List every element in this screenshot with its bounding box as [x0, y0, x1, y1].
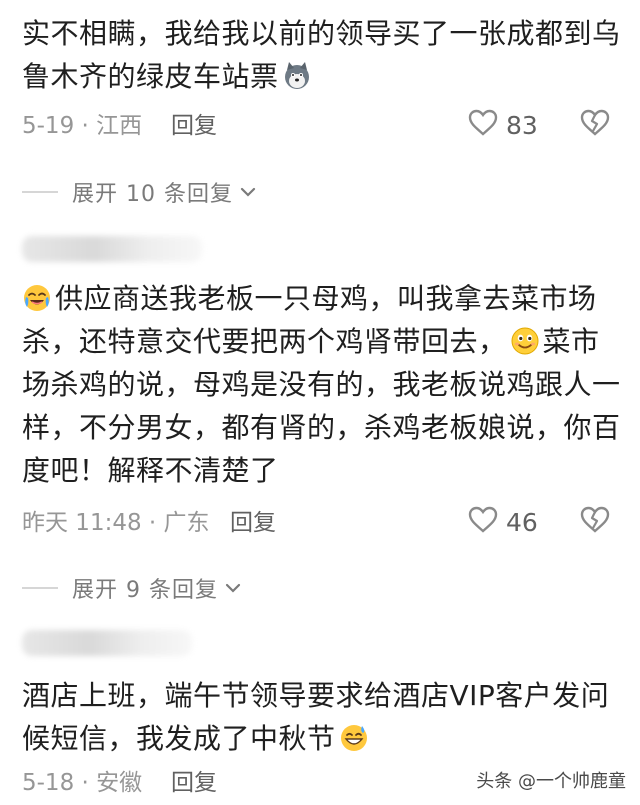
- expand-replies-label: 展开 9 条回复: [72, 578, 218, 603]
- comment-1-text: 实不相瞒，我给我以前的领导买了一张成都到乌鲁木齐的绿皮车站票: [22, 12, 622, 98]
- comment-2-reply-button[interactable]: 回复: [230, 506, 276, 540]
- comment-2-like-button[interactable]: 46: [468, 506, 538, 540]
- watermark: 头条 @一个帅鹿童: [476, 771, 626, 792]
- comment-3-blurred-username: [22, 630, 192, 656]
- comment-3-reply-button[interactable]: 回复: [171, 766, 217, 800]
- broken-heart-icon: [580, 109, 610, 143]
- divider-line: [22, 191, 58, 193]
- crying-laughing-icon: [22, 283, 52, 313]
- divider-line: [22, 587, 58, 589]
- comment-1-like-count: 83: [506, 111, 538, 140]
- comment-2-text: 供应商送我老板一只母鸡，叫我拿去菜市场杀，还特意交代要把两个鸡肾带回去， 菜市场…: [22, 277, 622, 492]
- comment-1-date: 5-19 · 江西: [22, 113, 143, 139]
- expand-replies-label: 展开 10 条回复: [72, 182, 233, 207]
- comment-1-expand-replies[interactable]: 展开 10 条回复: [22, 177, 257, 207]
- heart-icon: [468, 506, 498, 540]
- comment-2-expand-replies[interactable]: 展开 9 条回复: [22, 573, 242, 603]
- broken-heart-icon: [580, 506, 610, 540]
- grinning-sweat-icon: [339, 723, 369, 753]
- comment-1-text-body: 实不相瞒，我给我以前的领导买了一张成都到乌鲁木齐的绿皮车站票: [22, 17, 621, 93]
- comment-2-dislike-button[interactable]: [580, 506, 610, 540]
- comment-list: 实不相瞒，我给我以前的领导买了一张成都到乌鲁木齐的绿皮车站票 5-19 · 江西…: [0, 0, 640, 805]
- comment-2-meta: 昨天 11:48 · 广东 回复 46: [22, 506, 618, 540]
- comment-1-like-button[interactable]: 83: [468, 109, 538, 143]
- comment-1-dislike-button[interactable]: [580, 109, 610, 143]
- chevron-down-icon: [224, 579, 242, 597]
- comment-1-meta: 5-19 · 江西 回复 83: [22, 109, 618, 143]
- comment-3-date: 5-18 · 安徽: [22, 770, 143, 796]
- comment-2-blurred-username: [22, 236, 202, 262]
- chevron-down-icon: [239, 183, 257, 201]
- heart-icon: [468, 109, 498, 143]
- comment-3-text: 酒店上班，端午节领导要求给酒店VIP客户发问候短信，我发成了中秋节: [22, 674, 622, 760]
- comment-3-text-body: 酒店上班，端午节领导要求给酒店VIP客户发问候短信，我发成了中秋节: [22, 679, 610, 755]
- smiling-face-icon: [510, 326, 540, 356]
- comment-1-reply-button[interactable]: 回复: [171, 109, 217, 143]
- comment-2-like-count: 46: [506, 508, 538, 537]
- husky-dog-icon: [282, 61, 312, 91]
- comment-2-date: 昨天 11:48 · 广东: [22, 510, 210, 536]
